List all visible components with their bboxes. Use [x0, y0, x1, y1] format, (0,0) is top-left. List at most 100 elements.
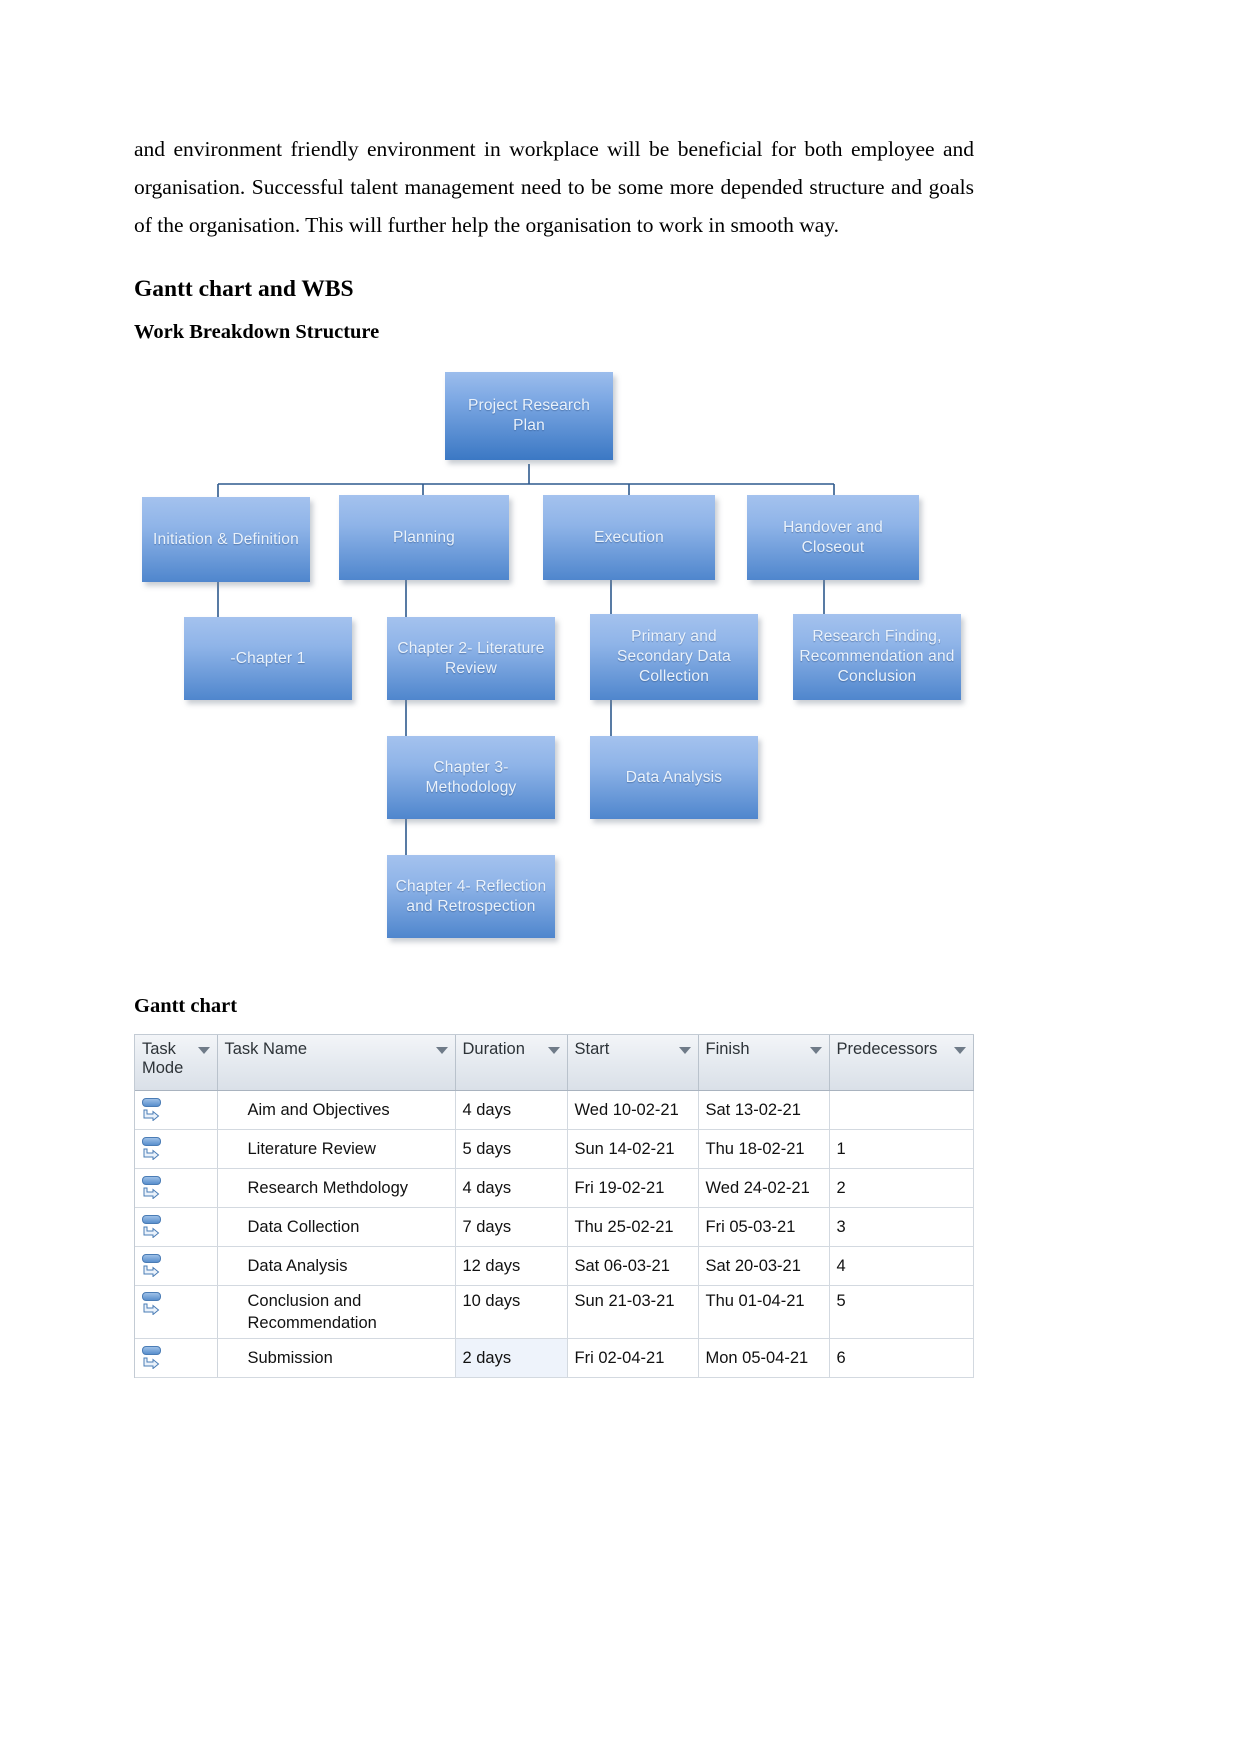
wbs-node-initiation: Initiation & Definition: [142, 497, 310, 582]
table-row[interactable]: Research Methdology 4 days Fri 19-02-21 …: [135, 1168, 974, 1208]
cell-start[interactable]: Fri 19-02-21: [567, 1168, 699, 1208]
table-row[interactable]: Literature Review 5 days Sun 14-02-21 Th…: [135, 1129, 974, 1169]
column-header-predecessors-label: Predecessors: [836, 1040, 938, 1058]
wbs-node-chapter4-label: Chapter 4- Reflection and Retrospection: [395, 877, 547, 915]
wbs-node-research-finding: Research Finding, Recommendation and Con…: [793, 614, 961, 700]
page-heading-gantt-wbs: Gantt chart and WBS: [134, 276, 354, 302]
cell-duration[interactable]: 4 days: [455, 1168, 568, 1208]
column-header-task-mode[interactable]: Task Mode: [135, 1035, 218, 1091]
cell-start[interactable]: Thu 25-02-21: [567, 1207, 699, 1247]
wbs-node-planning-label: Planning: [393, 528, 455, 546]
cell-finish[interactable]: Mon 05-04-21: [698, 1338, 830, 1378]
cell-task-name[interactable]: Submission: [217, 1338, 456, 1378]
cell-start[interactable]: Sat 06-03-21: [567, 1246, 699, 1286]
cell-task-mode[interactable]: [135, 1246, 218, 1286]
auto-scheduled-icon: [141, 1291, 167, 1317]
cell-task-mode[interactable]: [135, 1207, 218, 1247]
cell-predecessors[interactable]: [829, 1090, 974, 1130]
column-header-duration[interactable]: Duration: [455, 1035, 568, 1091]
column-header-start[interactable]: Start: [567, 1035, 699, 1091]
auto-scheduled-icon: [141, 1136, 167, 1162]
cell-task-name[interactable]: Data Collection: [217, 1207, 456, 1247]
cell-predecessors[interactable]: 4: [829, 1246, 974, 1286]
cell-finish[interactable]: Sat 20-03-21: [698, 1246, 830, 1286]
table-row[interactable]: Aim and Objectives 4 days Wed 10-02-21 S…: [135, 1090, 974, 1130]
filter-dropdown-icon[interactable]: [435, 1047, 448, 1054]
cell-finish[interactable]: Fri 05-03-21: [698, 1207, 830, 1247]
cell-start[interactable]: Sun 21-03-21: [567, 1285, 699, 1339]
column-header-task-name[interactable]: Task Name: [217, 1035, 456, 1091]
wbs-node-chapter3-label: Chapter 3- Methodology: [425, 758, 517, 796]
wbs-node-research-finding-label: Research Finding, Recommendation and Con…: [799, 628, 955, 685]
column-header-task-mode-label: Task Mode: [142, 1040, 184, 1077]
cell-task-mode[interactable]: [135, 1285, 218, 1339]
cell-duration[interactable]: 10 days: [455, 1285, 568, 1339]
wbs-node-chapter2: Chapter 2- Literature Review: [387, 617, 555, 700]
cell-duration[interactable]: 7 days: [455, 1207, 568, 1247]
cell-predecessors[interactable]: 2: [829, 1168, 974, 1208]
cell-predecessors[interactable]: 5: [829, 1285, 974, 1339]
section-heading-gantt: Gantt chart: [134, 995, 238, 1017]
wbs-node-data-collection-label: Primary and Secondary Data Collection: [617, 628, 731, 685]
column-header-duration-label: Duration: [462, 1040, 525, 1058]
cell-task-name[interactable]: Data Analysis: [217, 1246, 456, 1286]
gantt-task-table: Task Mode Task Name Duration Start Finis…: [134, 1034, 974, 1378]
wbs-diagram: Project Research Plan Initiation & Defin…: [134, 364, 974, 964]
cell-duration[interactable]: 5 days: [455, 1129, 568, 1169]
wbs-node-root: Project Research Plan: [445, 372, 613, 460]
cell-task-name[interactable]: Research Methdology: [217, 1168, 456, 1208]
filter-dropdown-icon[interactable]: [197, 1047, 210, 1054]
filter-dropdown-icon[interactable]: [678, 1047, 691, 1054]
auto-scheduled-icon: [141, 1253, 167, 1279]
wbs-node-execution: Execution: [543, 495, 715, 580]
wbs-node-initiation-label: Initiation & Definition: [153, 530, 299, 548]
wbs-node-handover: Handover and Closeout: [747, 495, 919, 580]
cell-predecessors[interactable]: 6: [829, 1338, 974, 1378]
cell-task-name[interactable]: Literature Review: [217, 1129, 456, 1169]
table-row[interactable]: Data Analysis 12 days Sat 06-03-21 Sat 2…: [135, 1246, 974, 1286]
auto-scheduled-icon: [141, 1345, 167, 1371]
filter-dropdown-icon[interactable]: [953, 1047, 966, 1054]
table-row[interactable]: Conclusion and Recommendation 10 days Su…: [135, 1285, 974, 1339]
wbs-node-chapter2-label: Chapter 2- Literature Review: [397, 639, 545, 677]
wbs-node-handover-label: Handover and Closeout: [783, 518, 883, 556]
cell-task-mode[interactable]: [135, 1338, 218, 1378]
filter-dropdown-icon[interactable]: [809, 1047, 822, 1054]
cell-task-mode[interactable]: [135, 1129, 218, 1169]
column-header-finish[interactable]: Finish: [698, 1035, 830, 1091]
document-page: and environment friendly environment in …: [0, 0, 1241, 1754]
cell-start[interactable]: Fri 02-04-21: [567, 1338, 699, 1378]
cell-finish[interactable]: Thu 18-02-21: [698, 1129, 830, 1169]
cell-finish[interactable]: Sat 13-02-21: [698, 1090, 830, 1130]
cell-task-mode[interactable]: [135, 1090, 218, 1130]
wbs-node-data-collection: Primary and Secondary Data Collection: [590, 614, 758, 700]
column-header-start-label: Start: [574, 1040, 610, 1058]
wbs-node-root-label: Project Research Plan: [467, 397, 591, 434]
cell-task-mode[interactable]: [135, 1168, 218, 1208]
cell-finish[interactable]: Wed 24-02-21: [698, 1168, 830, 1208]
wbs-node-chapter1: -Chapter 1: [184, 617, 352, 700]
cell-start[interactable]: Wed 10-02-21: [567, 1090, 699, 1130]
table-row[interactable]: Data Collection 7 days Thu 25-02-21 Fri …: [135, 1207, 974, 1247]
cell-predecessors[interactable]: 3: [829, 1207, 974, 1247]
cell-duration[interactable]: 2 days: [455, 1338, 568, 1378]
wbs-node-chapter4: Chapter 4- Reflection and Retrospection: [387, 855, 555, 938]
column-header-finish-label: Finish: [705, 1040, 750, 1058]
table-row[interactable]: Submission 2 days Fri 02-04-21 Mon 05-04…: [135, 1338, 974, 1378]
wbs-node-chapter1-label: -Chapter 1: [230, 649, 306, 667]
wbs-node-chapter3: Chapter 3- Methodology: [387, 736, 555, 819]
column-header-task-name-label: Task Name: [224, 1040, 308, 1058]
cell-duration[interactable]: 12 days: [455, 1246, 568, 1286]
cell-finish[interactable]: Thu 01-04-21: [698, 1285, 830, 1339]
cell-task-name[interactable]: Conclusion and Recommendation: [217, 1285, 456, 1339]
body-paragraph: and environment friendly environment in …: [134, 137, 974, 237]
auto-scheduled-icon: [141, 1097, 167, 1123]
cell-predecessors[interactable]: 1: [829, 1129, 974, 1169]
wbs-node-planning: Planning: [339, 495, 509, 580]
cell-task-name[interactable]: Aim and Objectives: [217, 1090, 456, 1130]
table-body: Aim and Objectives 4 days Wed 10-02-21 S…: [135, 1090, 974, 1378]
column-header-predecessors[interactable]: Predecessors: [829, 1035, 974, 1091]
cell-duration[interactable]: 4 days: [455, 1090, 568, 1130]
filter-dropdown-icon[interactable]: [547, 1047, 560, 1054]
cell-start[interactable]: Sun 14-02-21: [567, 1129, 699, 1169]
